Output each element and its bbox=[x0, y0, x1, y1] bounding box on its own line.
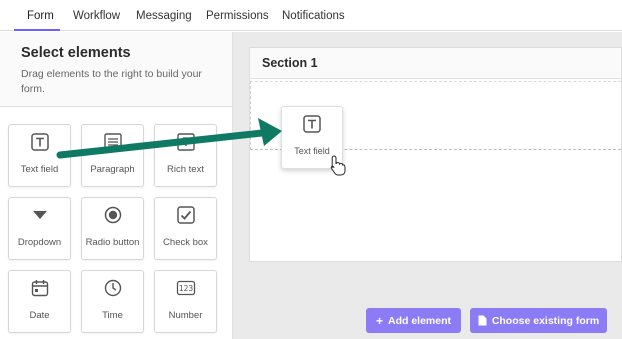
tab-notifications[interactable]: Notifications bbox=[282, 10, 345, 22]
dropdown-icon bbox=[32, 211, 47, 219]
dragged-element-text-field[interactable]: Text field bbox=[281, 106, 343, 169]
element-number[interactable]: 123 Number bbox=[154, 270, 217, 333]
element-label: Date bbox=[29, 310, 50, 321]
plus-icon: + bbox=[375, 313, 383, 328]
element-time[interactable]: Time bbox=[81, 270, 144, 333]
elements-panel-subtitle: Drag elements to the right to build your… bbox=[21, 68, 202, 95]
elements-panel: Select elements Drag elements to the rig… bbox=[0, 32, 233, 339]
paragraph-icon bbox=[103, 133, 122, 151]
element-label: Number bbox=[168, 310, 203, 321]
text-field-icon bbox=[303, 115, 321, 133]
document-icon bbox=[478, 315, 487, 326]
element-label: Radio button bbox=[85, 237, 140, 248]
tab-form[interactable]: Form bbox=[27, 10, 54, 22]
element-label: Text field bbox=[20, 164, 59, 175]
text-field-icon bbox=[30, 133, 49, 151]
tab-bar: Form Workflow Messaging Permissions Noti… bbox=[0, 0, 622, 31]
elements-panel-header: Select elements Drag elements to the rig… bbox=[0, 32, 232, 107]
element-label: Dropdown bbox=[17, 237, 62, 248]
svg-text:123: 123 bbox=[178, 284, 193, 293]
element-label: Check box bbox=[163, 237, 208, 248]
add-element-button[interactable]: + Add element bbox=[366, 308, 461, 333]
element-paragraph[interactable]: Paragraph bbox=[81, 124, 144, 187]
checkbox-icon bbox=[176, 206, 195, 224]
element-dropdown[interactable]: Dropdown bbox=[8, 197, 71, 260]
tab-permissions[interactable]: Permissions bbox=[206, 10, 269, 22]
section-title: Section 1 bbox=[262, 56, 318, 70]
dragged-element-label: Text field bbox=[294, 146, 330, 156]
element-label: Time bbox=[102, 310, 123, 321]
add-element-label: Add element bbox=[388, 314, 452, 327]
element-label: Rich text bbox=[167, 164, 204, 175]
element-text-field[interactable]: Text field bbox=[8, 124, 71, 187]
choose-existing-form-button[interactable]: Choose existing form bbox=[470, 308, 607, 333]
choose-existing-form-label: Choose existing form bbox=[491, 314, 600, 327]
tab-messaging[interactable]: Messaging bbox=[136, 10, 192, 22]
section-header: Section 1 bbox=[250, 48, 621, 79]
rich-text-icon bbox=[176, 133, 195, 151]
form-canvas: Section 1 + Add element Choose existing … bbox=[233, 32, 622, 339]
element-radio-button[interactable]: Radio button bbox=[81, 197, 144, 260]
radio-button-icon bbox=[104, 206, 121, 224]
number-icon: 123 bbox=[176, 280, 195, 296]
elements-panel-title: Select elements bbox=[21, 45, 131, 61]
element-date[interactable]: Date bbox=[8, 270, 71, 333]
tab-workflow[interactable]: Workflow bbox=[73, 10, 120, 22]
clock-icon bbox=[104, 279, 121, 297]
element-label: Paragraph bbox=[90, 164, 135, 175]
element-rich-text[interactable]: Rich text bbox=[154, 124, 217, 187]
calendar-icon bbox=[31, 280, 48, 297]
active-tab-indicator bbox=[14, 29, 60, 31]
element-check-box[interactable]: Check box bbox=[154, 197, 217, 260]
